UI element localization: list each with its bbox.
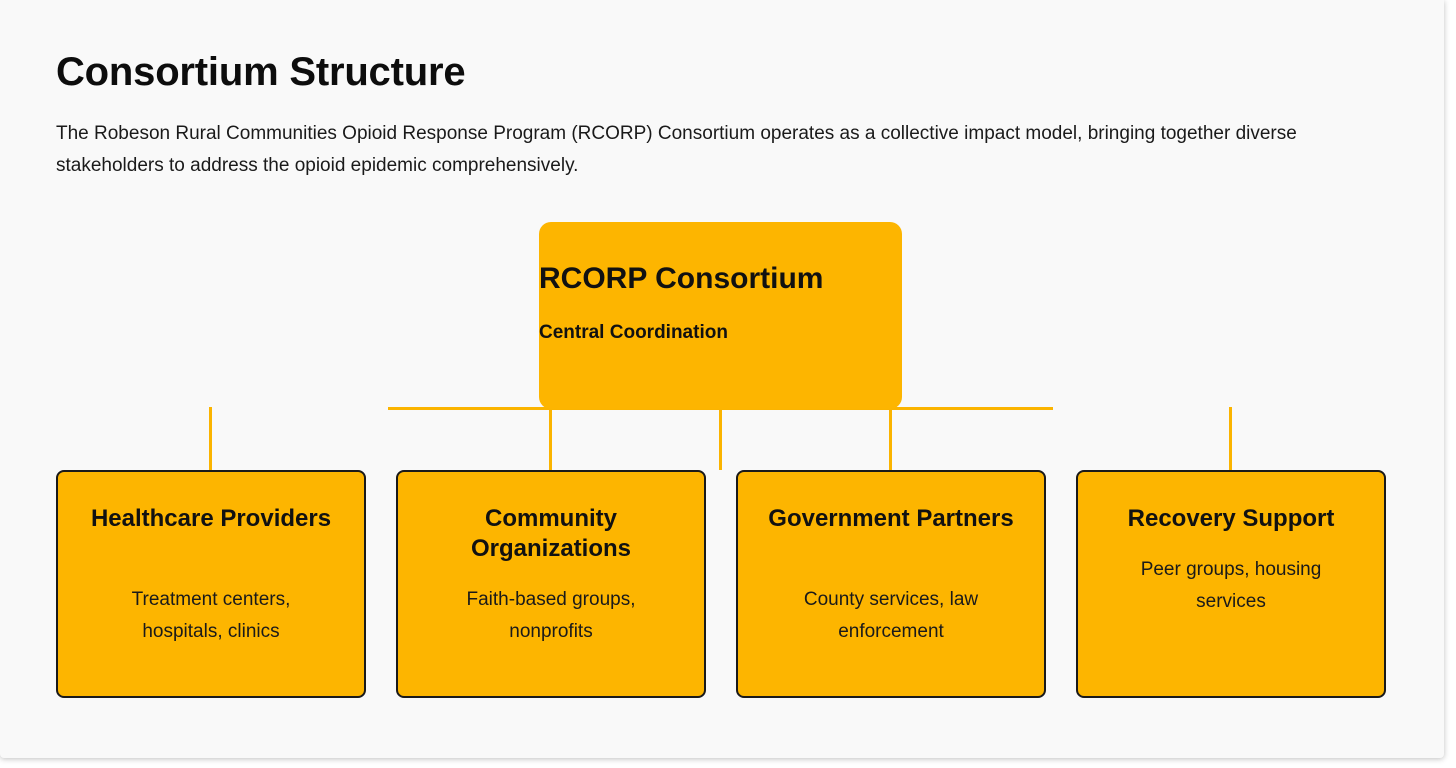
central-node-subtitle: Central Coordination [539,322,728,343]
connector-recovery [1229,407,1232,470]
node-title: Community Organizations [470,505,632,562]
node-recovery-support: Recovery Support Peer groups, housing se… [1076,470,1386,698]
node-community-organizations: Community Organizations Faith-based grou… [396,470,706,698]
connector-center-drop [719,409,722,470]
connector-healthcare [209,407,212,470]
central-node-title: RCORP Consortium [539,262,824,295]
page-title: Consortium Structure [56,50,466,94]
intro-paragraph: The Robeson Rural Communities Opioid Res… [56,123,1297,176]
node-title: Healthcare Providers [90,505,332,532]
node-healthcare-providers: Healthcare Providers Treatment centers, … [56,470,366,698]
connector-government [889,409,892,470]
node-description: County services, law enforcement [803,589,979,642]
node-description: Peer groups, housing services [1140,559,1322,612]
node-description: Treatment centers, hospitals, clinics [131,589,291,642]
consortium-structure-panel: Consortium Structure The Robeson Rural C… [0,0,1444,758]
node-title: Recovery Support [1127,505,1335,532]
connector-community [549,409,552,470]
central-node [539,222,902,409]
node-title: Government Partners [768,505,1014,532]
node-description: Faith-based groups, nonprofits [466,589,636,642]
node-government-partners: Government Partners County services, law… [736,470,1046,698]
